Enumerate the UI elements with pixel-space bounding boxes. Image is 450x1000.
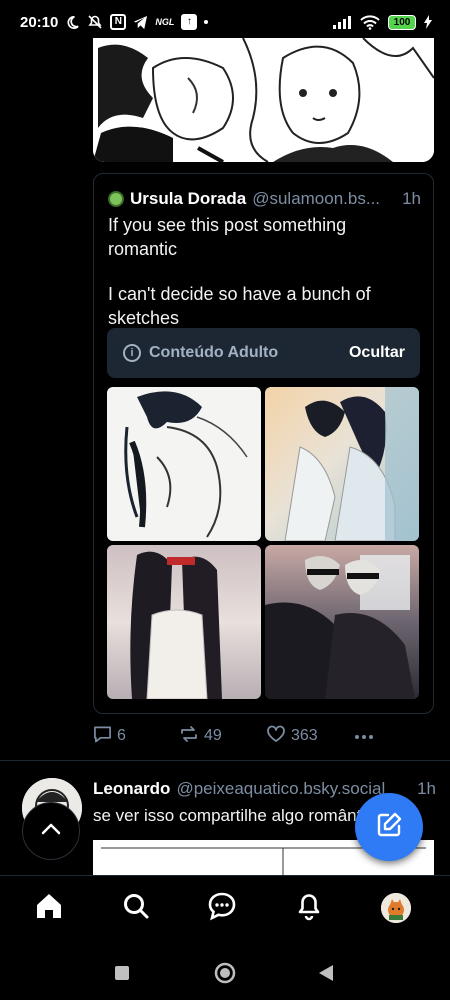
quoted-post-header: Ursula Dorada @sulamoon.bs... 1h <box>108 189 421 209</box>
bottom-nav <box>0 875 450 937</box>
sketch-embrace-image <box>124 391 248 538</box>
post-divider <box>0 760 450 761</box>
repost-count: 49 <box>204 727 222 744</box>
repost-icon <box>179 725 199 748</box>
quoted-author-avatar <box>108 191 124 207</box>
recents-icon <box>114 965 130 986</box>
grid-image-3[interactable] <box>107 545 261 699</box>
compose-post-button[interactable] <box>355 793 423 861</box>
post-author-name[interactable]: Leonardo <box>93 779 170 799</box>
quoted-post-card[interactable]: Ursula Dorada @sulamoon.bs... 1h If you … <box>93 173 434 714</box>
image-grid <box>107 387 420 700</box>
search-icon <box>122 892 150 925</box>
upload-icon: ↑ <box>181 14 198 30</box>
grid-image-2[interactable] <box>265 387 419 541</box>
like-count: 363 <box>291 727 318 744</box>
bell-icon <box>295 891 323 926</box>
chat-icon <box>207 891 237 926</box>
reply-icon <box>93 725 112 748</box>
home-button[interactable] <box>214 962 236 989</box>
profile-avatar <box>381 893 411 923</box>
like-button[interactable]: 363 <box>266 725 318 748</box>
scroll-to-top-button[interactable] <box>22 802 80 860</box>
telegram-icon <box>133 15 148 30</box>
ellipsis-icon <box>354 727 374 745</box>
nav-search[interactable] <box>118 890 154 926</box>
nav-profile[interactable] <box>378 890 414 926</box>
back-triangle-icon <box>318 964 334 987</box>
post-image-top[interactable] <box>93 38 434 162</box>
chevron-up-icon <box>41 822 61 840</box>
nav-chat[interactable] <box>204 890 240 926</box>
status-left: 20:10 N NGL ↑ <box>20 13 209 31</box>
moon-icon <box>65 15 80 30</box>
grid-image-4[interactable] <box>265 545 419 699</box>
charging-icon <box>424 15 432 29</box>
quoted-post-text-line: I can't decide so have a bunch of sketch… <box>108 284 371 328</box>
system-nav-bar <box>0 937 450 1000</box>
couple-wall-image <box>284 387 419 541</box>
reply-button[interactable]: 6 <box>93 725 126 748</box>
compose-icon <box>375 811 403 844</box>
signal-icon <box>332 15 352 29</box>
dot-icon <box>204 20 209 24</box>
ngl-icon: NGL <box>155 17 175 27</box>
manga-sketch-illustration <box>93 38 434 162</box>
repost-button[interactable]: 49 <box>179 725 222 748</box>
more-options-button[interactable] <box>354 727 374 745</box>
wifi-icon <box>360 14 380 30</box>
reply-count: 6 <box>117 727 126 744</box>
back-button[interactable] <box>318 964 334 987</box>
quoted-post-text-line: If you see this post something romantic <box>108 215 347 259</box>
home-icon <box>34 892 64 925</box>
status-right: 100 <box>332 14 432 30</box>
quoted-post-time: 1h <box>402 189 421 208</box>
content-warning-label: i Conteúdo Adulto Ocultar <box>107 328 420 378</box>
home-circle-icon <box>214 962 236 989</box>
post-text: se ver isso compartilhe algo romântico <box>93 806 363 825</box>
hanfu-couple-image <box>130 551 222 699</box>
hide-content-button[interactable]: Ocultar <box>349 344 405 362</box>
info-icon: i <box>123 344 141 362</box>
recents-button[interactable] <box>114 965 130 986</box>
status-time: 20:10 <box>20 13 59 31</box>
mute-icon <box>87 14 103 30</box>
grid-image-1[interactable] <box>107 387 261 541</box>
heart-icon <box>266 725 286 748</box>
quoted-author-handle[interactable]: @sulamoon.bs... <box>252 189 396 209</box>
quoted-post-text: If you see this post something romantic … <box>108 214 418 330</box>
nav-notifications[interactable] <box>291 890 327 926</box>
nfc-icon: N <box>110 14 127 30</box>
quoted-author-name[interactable]: Ursula Dorada <box>130 189 246 209</box>
nav-home[interactable] <box>31 890 67 926</box>
post-time: 1h <box>417 779 436 798</box>
blindfold-couple-image <box>265 555 415 699</box>
content-warning-text: Conteúdo Adulto <box>149 344 279 361</box>
battery-icon: 100 <box>388 14 416 30</box>
